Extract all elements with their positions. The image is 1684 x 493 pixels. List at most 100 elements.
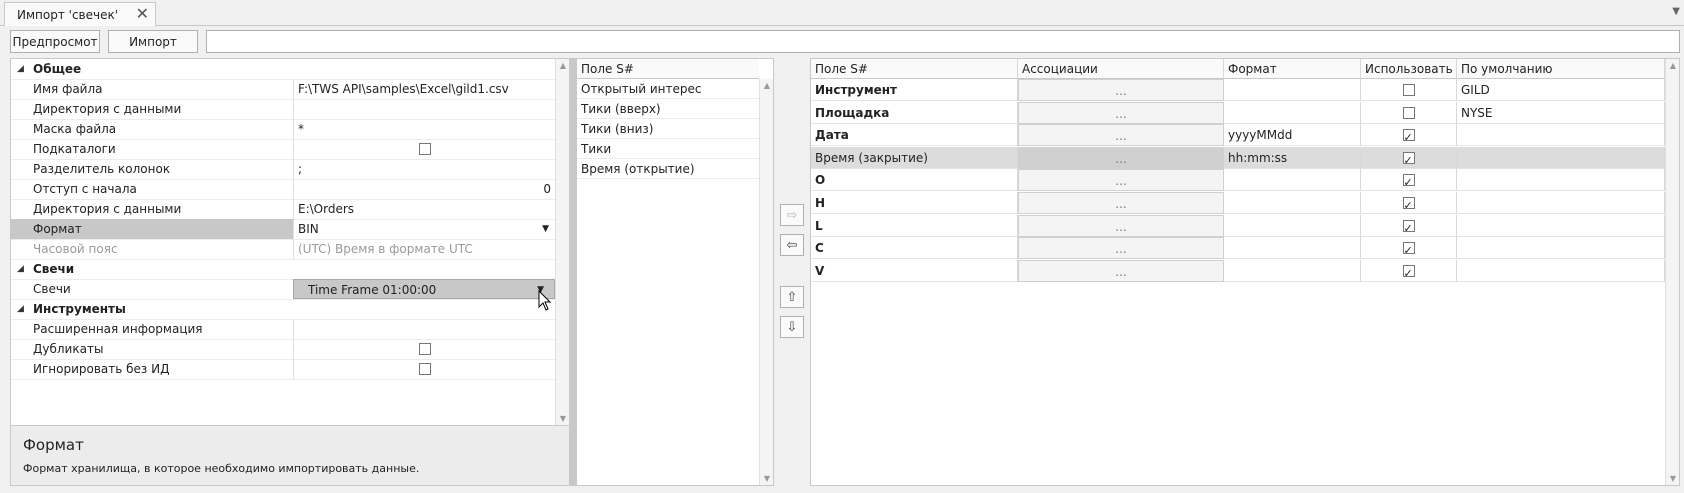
grid-cell-format[interactable] — [1224, 192, 1361, 214]
category-candles[interactable]: ◢ Свечи — [11, 259, 555, 280]
scroll-up-icon[interactable]: ▲ — [556, 61, 570, 70]
grid-cell-format[interactable]: yyyyMMdd — [1224, 124, 1361, 147]
tab-menu-chevron-down-icon[interactable]: ▼ — [1672, 6, 1680, 17]
grid-cell-field[interactable]: V — [811, 259, 1018, 282]
preview-button[interactable]: Предпросмот — [10, 30, 100, 53]
grid-cell-default[interactable] — [1457, 214, 1665, 237]
column-header-default[interactable]: По умолчанию — [1457, 59, 1665, 79]
use-checkbox[interactable] — [1402, 172, 1415, 190]
grid-cell-default[interactable] — [1457, 237, 1665, 260]
grid-cell-default[interactable] — [1457, 192, 1665, 214]
use-checkbox[interactable] — [1402, 240, 1415, 258]
mapping-grid-scrollbar[interactable]: ▲ ▼ — [1665, 59, 1679, 485]
grid-cell-format[interactable] — [1224, 169, 1361, 192]
file-mask-value[interactable]: * — [293, 119, 555, 139]
grid-cell-default[interactable] — [1457, 259, 1665, 282]
grid-cell-field[interactable]: C — [811, 237, 1018, 260]
associations-button[interactable]: ... — [1018, 214, 1224, 237]
use-checkbox[interactable] — [1402, 106, 1415, 119]
expand-icon[interactable]: ◢ — [17, 259, 24, 279]
move-down-button[interactable]: ⇩ — [780, 316, 804, 338]
prop-duplicates[interactable]: Дубликаты — [11, 339, 555, 360]
move-up-button[interactable]: ⇧ — [780, 286, 804, 308]
use-checkbox[interactable] — [1402, 84, 1415, 96]
duplicates-checkbox[interactable] — [418, 343, 431, 355]
grid-cell-field[interactable]: Инструмент — [811, 79, 1018, 101]
scroll-down-icon[interactable]: ▼ — [1666, 474, 1680, 483]
property-grid-scrollbar[interactable]: ▲ ▼ — [555, 59, 569, 425]
prop-extended-info[interactable]: Расширенная информация — [11, 319, 555, 340]
scroll-up-icon[interactable]: ▲ — [1666, 61, 1680, 70]
prop-skip-from-header[interactable]: Отступ с начала 0 — [11, 179, 555, 200]
column-header-format[interactable]: Формат — [1224, 59, 1361, 79]
candles-select[interactable]: Time Frame 01:00:00 ▼ — [293, 279, 555, 299]
prop-candles[interactable]: Свечи Time Frame 01:00:00 ▼ — [11, 279, 555, 300]
list-item[interactable]: Тики (вверх) — [577, 99, 759, 119]
close-icon[interactable]: ✕ — [136, 4, 149, 23]
associations-button[interactable]: ... — [1018, 146, 1224, 169]
expand-icon[interactable]: ◢ — [17, 59, 24, 79]
associations-button[interactable]: ... — [1018, 169, 1224, 192]
use-checkbox[interactable] — [1402, 263, 1415, 281]
grid-cell-field[interactable]: H — [811, 192, 1018, 214]
list-item[interactable]: Тики — [577, 139, 759, 159]
prop-file-name[interactable]: Имя файла F:\TWS API\samples\Excel\gild1… — [11, 79, 555, 100]
grid-cell-field[interactable]: Площадка — [811, 101, 1018, 124]
column-header-field[interactable]: Поле S# — [811, 59, 1018, 79]
grid-cell-format[interactable] — [1224, 214, 1361, 237]
tab-import-candles[interactable]: Импорт 'свечек' ✕ — [4, 2, 156, 26]
grid-cell-format[interactable]: hh:mm:ss — [1224, 146, 1361, 169]
grid-cell-default[interactable] — [1457, 169, 1665, 192]
expand-icon[interactable]: ◢ — [17, 299, 24, 319]
list-item[interactable]: Тики (вниз) — [577, 119, 759, 139]
associations-button[interactable]: ... — [1018, 259, 1224, 282]
subfolders-checkbox[interactable] — [418, 143, 431, 155]
scroll-down-icon[interactable]: ▼ — [556, 414, 570, 423]
grid-cell-format[interactable] — [1224, 101, 1361, 124]
column-header-associations[interactable]: Ассоциации — [1018, 59, 1224, 79]
grid-cell-field[interactable]: L — [811, 214, 1018, 237]
use-checkbox[interactable] — [1402, 150, 1415, 168]
remove-field-button[interactable]: ⇦ — [780, 234, 804, 256]
list-item[interactable]: Время (открытие) — [577, 159, 759, 179]
prop-data-directory-2[interactable]: Директория с данными E:\Orders — [11, 199, 555, 220]
associations-button[interactable]: ... — [1018, 79, 1224, 101]
category-instruments[interactable]: ◢ Инструменты — [11, 299, 555, 320]
data-directory-value[interactable] — [293, 99, 555, 119]
grid-cell-default[interactable]: NYSE — [1457, 101, 1665, 124]
prop-ignore-without-id[interactable]: Игнорировать без ИД — [11, 359, 555, 380]
grid-cell-default[interactable] — [1457, 124, 1665, 147]
grid-cell-field[interactable]: Дата — [811, 124, 1018, 147]
category-general[interactable]: ◢ Общее — [11, 59, 555, 80]
grid-cell-default[interactable] — [1457, 146, 1665, 169]
grid-cell-field[interactable]: O — [811, 169, 1018, 192]
add-field-button[interactable]: ⇨ — [780, 204, 804, 226]
use-checkbox[interactable] — [1402, 127, 1415, 145]
grid-cell-format[interactable] — [1224, 79, 1361, 101]
associations-button[interactable]: ... — [1018, 101, 1224, 124]
associations-button[interactable]: ... — [1018, 192, 1224, 214]
associations-button[interactable]: ... — [1018, 124, 1224, 147]
scroll-down-icon[interactable]: ▼ — [760, 474, 774, 483]
prop-format[interactable]: Формат BIN ▼ — [11, 219, 555, 240]
grid-cell-default[interactable]: GILD — [1457, 79, 1665, 101]
column-header-use[interactable]: Использовать — [1361, 59, 1457, 79]
import-button[interactable]: Импорт — [108, 30, 198, 53]
prop-subfolders[interactable]: Подкаталоги — [11, 139, 555, 160]
grid-cell-format[interactable] — [1224, 237, 1361, 260]
prop-data-directory[interactable]: Директория с данными — [11, 99, 555, 120]
data-directory-2-value[interactable]: E:\Orders — [293, 199, 555, 219]
grid-cell-format[interactable] — [1224, 259, 1361, 282]
column-separator-value[interactable]: ; — [293, 159, 555, 179]
associations-button[interactable]: ... — [1018, 237, 1224, 260]
fields-list-scrollbar[interactable]: ▲ ▼ — [759, 79, 773, 485]
ignore-without-id-checkbox[interactable] — [418, 363, 431, 375]
grid-cell-field[interactable]: Время (закрытие) — [811, 146, 1018, 169]
format-select[interactable]: BIN ▼ — [293, 219, 555, 239]
prop-column-separator[interactable]: Разделитель колонок ; — [11, 159, 555, 180]
skip-from-header-value[interactable]: 0 — [293, 179, 555, 199]
path-input[interactable] — [206, 30, 1680, 53]
use-checkbox[interactable] — [1402, 195, 1415, 213]
file-name-value[interactable]: F:\TWS API\samples\Excel\gild1.csv — [293, 79, 555, 99]
scroll-up-icon[interactable]: ▲ — [760, 81, 774, 90]
